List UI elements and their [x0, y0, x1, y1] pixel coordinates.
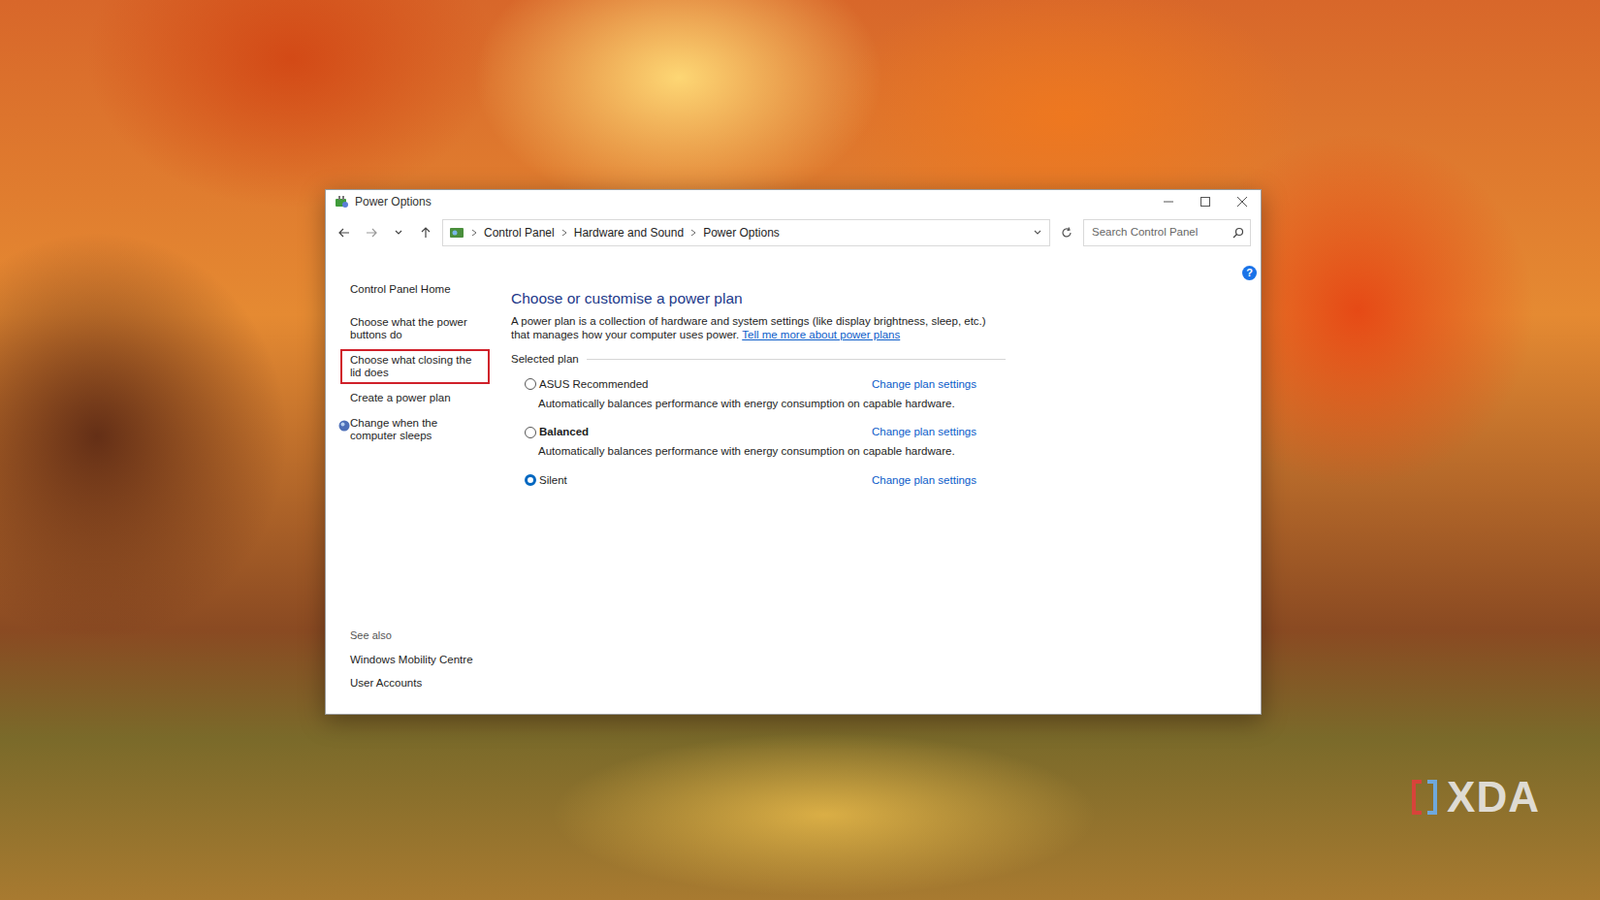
control-panel-icon [448, 224, 465, 241]
refresh-button[interactable] [1056, 220, 1078, 246]
help-area: ? [1242, 252, 1261, 714]
address-bar[interactable]: Control Panel Hardware and Sound Power Opt… [442, 219, 1051, 247]
breadcrumb-item[interactable]: Control Panel [483, 224, 555, 242]
page-heading: Choose or customise a power plan [511, 287, 1006, 310]
plan-row: Silent Change plan settings [511, 472, 977, 489]
plan-name[interactable]: Silent [539, 472, 568, 489]
chevron-right-icon [689, 227, 698, 238]
breadcrumb-item[interactable]: Hardware and Sound [574, 224, 684, 242]
up-arrow-icon [418, 225, 433, 240]
xda-logo-icon [1409, 777, 1440, 817]
sleep-icon [338, 416, 351, 428]
search-box [1083, 219, 1251, 247]
window-title: Power Options [354, 192, 432, 211]
power-options-window: Power Options Control Panel Hardware and S… [324, 189, 1262, 715]
window-content: Control Panel Home Choose what the power … [325, 252, 1261, 714]
close-icon [1237, 196, 1248, 207]
see-also-link[interactable]: Windows Mobility Centre [350, 651, 512, 669]
plan-header: Silent Change plan settings [524, 472, 977, 489]
refresh-icon [1059, 225, 1074, 240]
watermark-text: XDA [1446, 775, 1540, 819]
desktop: Power Options Control Panel Hardware and S… [0, 0, 1600, 900]
plan-radio[interactable] [524, 378, 537, 390]
plan-row: ASUS Recommended Change plan settings Auto… [511, 376, 977, 414]
sidebar-item[interactable]: Choose what closing the lid does [340, 349, 490, 384]
plan-description: Automatically balances performance with … [524, 443, 977, 460]
xda-watermark: XDA [1409, 775, 1540, 819]
sidebar-item[interactable]: Control Panel Home [340, 278, 490, 301]
sidebar-item[interactable]: Choose what the power buttons do [340, 311, 490, 347]
task-pane: Control Panel Home Choose what the power … [325, 252, 512, 714]
back-arrow-icon [337, 225, 352, 240]
search-input[interactable] [1089, 223, 1233, 242]
task-spacer [350, 449, 512, 628]
plan-header: Balanced Change plan settings [524, 423, 977, 441]
main-pane: Choose or customise a power plan A power … [511, 252, 1006, 714]
back-button[interactable] [333, 220, 355, 246]
chevron-down-icon[interactable] [1031, 226, 1044, 239]
power-options-icon [333, 193, 350, 210]
plan-name[interactable]: Balanced [539, 423, 589, 441]
sidebar-item[interactable]: Change when the computer sleeps [340, 412, 490, 448]
chevron-right-icon [560, 227, 569, 238]
plan-radio[interactable] [524, 474, 537, 486]
search-icon [1232, 226, 1245, 239]
plan-section-header: Selected plan [511, 351, 1006, 368]
chevron-right-icon [470, 227, 479, 238]
plan-radio[interactable] [524, 426, 537, 439]
sidebar-item-row: Change when the computer sleeps [350, 412, 512, 450]
forward-button[interactable] [360, 220, 383, 246]
change-plan-settings-link[interactable]: Change plan settings [871, 376, 977, 393]
plan-header: ASUS Recommended Change plan settings [524, 376, 977, 393]
title-bar: Power Options [325, 190, 1261, 214]
section-divider [586, 358, 1006, 360]
forward-arrow-icon [364, 225, 379, 240]
change-plan-settings-link[interactable]: Change plan settings [871, 472, 977, 489]
learn-more-link[interactable]: Tell me more about power plans [741, 328, 900, 341]
address-row: Control Panel Hardware and Sound Power Opt… [325, 213, 1261, 253]
see-also-link[interactable]: User Accounts [350, 674, 512, 692]
see-also-heading: See also [350, 627, 512, 644]
maximize-button[interactable] [1186, 190, 1224, 214]
help-icon[interactable]: ? [1242, 265, 1257, 281]
plan-row: Balanced Change plan settings Automaticall… [511, 423, 977, 461]
minimize-button[interactable] [1150, 190, 1187, 214]
maximize-icon [1200, 196, 1211, 207]
plan-name[interactable]: ASUS Recommended [539, 376, 649, 393]
chevron-down-icon [391, 225, 406, 240]
minimize-icon [1163, 196, 1174, 207]
section-label: Selected plan [511, 351, 579, 368]
page-description: A power plan is a collection of hardware… [511, 315, 996, 342]
content-spacer [1005, 252, 1243, 714]
sidebar-item[interactable]: Create a power plan [340, 386, 490, 410]
breadcrumb-item[interactable]: Power Options [703, 224, 780, 242]
plan-description: Automatically balances performance with … [524, 395, 977, 413]
close-button[interactable] [1223, 190, 1261, 214]
recent-button[interactable] [387, 220, 410, 246]
change-plan-settings-link[interactable]: Change plan settings [871, 423, 977, 441]
up-button[interactable] [415, 220, 437, 246]
